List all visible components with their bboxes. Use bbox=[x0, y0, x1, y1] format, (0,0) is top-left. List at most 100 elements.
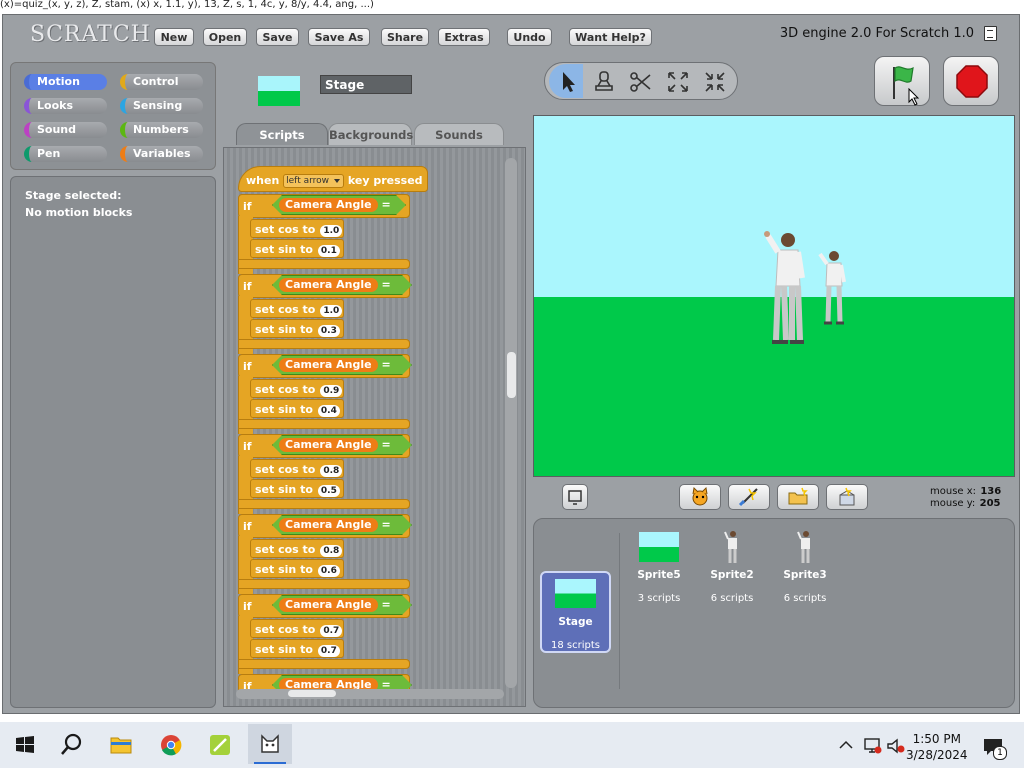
set-sin-block[interactable]: set sin to 0.1 bbox=[250, 239, 344, 258]
start-button[interactable] bbox=[6, 726, 44, 764]
speaker-muted-icon[interactable] bbox=[885, 737, 907, 758]
sin-value-field[interactable]: 0.1 bbox=[317, 245, 340, 257]
tab-backgrounds[interactable]: Backgrounds bbox=[328, 123, 413, 145]
stage-item-selected[interactable]: Stage 18 scripts bbox=[540, 571, 611, 653]
category-motion[interactable]: Motion bbox=[24, 74, 107, 90]
cos-value-field[interactable]: 1.0 bbox=[320, 305, 343, 317]
delete-tool[interactable] bbox=[623, 64, 657, 98]
cos-value-field[interactable]: 0.8 bbox=[320, 465, 343, 477]
arrow-tool[interactable] bbox=[549, 64, 583, 98]
camera-angle-variable[interactable]: Camera Angle bbox=[279, 358, 378, 372]
sin-value-field[interactable]: 0.4 bbox=[317, 405, 340, 417]
category-variables[interactable]: Variables bbox=[120, 146, 203, 162]
sin-value-field[interactable]: 0.7 bbox=[317, 645, 340, 657]
equals-condition-block[interactable]: Camera Angle=16 bbox=[272, 275, 412, 295]
scripts-vertical-scrollbar[interactable] bbox=[505, 158, 517, 688]
extras-button[interactable]: Extras bbox=[438, 28, 490, 46]
camera-angle-variable[interactable]: Camera Angle bbox=[279, 278, 378, 292]
sprite-item-sprite3[interactable]: Sprite3 6 scripts bbox=[769, 530, 841, 610]
equals-condition-block[interactable]: Camera Angle=32 bbox=[272, 435, 412, 455]
sin-value-field[interactable]: 0.3 bbox=[317, 325, 340, 337]
chrome-button[interactable] bbox=[152, 726, 190, 764]
sprite2-person-figure[interactable] bbox=[756, 228, 812, 348]
camera-angle-variable[interactable]: Camera Angle bbox=[279, 518, 378, 532]
sin-value-field[interactable]: 0.6 bbox=[317, 565, 340, 577]
equals-condition-block[interactable]: Camera Angle=24 bbox=[272, 355, 412, 375]
sin-value-field[interactable]: 0.5 bbox=[317, 485, 340, 497]
cos-value-field[interactable]: 1.0 bbox=[320, 225, 343, 237]
set-cos-block[interactable]: set cos to 0.8 bbox=[250, 539, 344, 558]
set-sin-block[interactable]: set sin to 0.3 bbox=[250, 319, 344, 338]
category-pen[interactable]: Pen bbox=[24, 146, 107, 162]
shrink-tool[interactable] bbox=[697, 64, 731, 98]
equals-condition-block[interactable]: Camera Angle=40 bbox=[272, 515, 412, 535]
tab-scripts[interactable]: Scripts bbox=[236, 123, 328, 145]
sprite-item-sprite5[interactable]: Sprite5 3 scripts bbox=[623, 530, 695, 610]
scripts-vertical-scroll-thumb[interactable] bbox=[507, 352, 516, 398]
set-cos-block[interactable]: set cos to 0.9 bbox=[250, 379, 344, 398]
scripts-horizontal-scroll-thumb[interactable] bbox=[288, 690, 336, 697]
equals-condition-block[interactable]: Camera Angle=48 bbox=[272, 595, 412, 615]
sprite3-person-figure[interactable] bbox=[814, 248, 850, 326]
category-numbers[interactable]: Numbers bbox=[120, 122, 203, 138]
save-button[interactable]: Save bbox=[256, 28, 299, 46]
set-cos-block[interactable]: set cos to 0.8 bbox=[250, 459, 344, 478]
category-sound[interactable]: Sound bbox=[24, 122, 107, 138]
sprite-item-sprite2[interactable]: Sprite2 6 scripts bbox=[696, 530, 768, 610]
cos-value-field[interactable]: 0.9 bbox=[320, 385, 343, 397]
paint-new-sprite-button[interactable] bbox=[728, 484, 770, 510]
category-control[interactable]: Control bbox=[120, 74, 203, 90]
tab-sounds[interactable]: Sounds bbox=[414, 123, 504, 145]
presentation-mode-button[interactable] bbox=[562, 484, 588, 510]
cos-value-field[interactable]: 0.7 bbox=[320, 625, 343, 637]
top-strip-text: (x)=quiz_(x, y, z), Z, stam, (x) x, 1.1,… bbox=[0, 0, 1024, 14]
if-label: if bbox=[243, 360, 252, 373]
category-looks[interactable]: Looks bbox=[24, 98, 107, 114]
camera-angle-variable[interactable]: Camera Angle bbox=[279, 598, 378, 612]
paint-new-sprite-cat-button[interactable] bbox=[679, 484, 721, 510]
key-dropdown[interactable]: left arrow bbox=[283, 174, 345, 188]
set-sin-block[interactable]: set sin to 0.5 bbox=[250, 479, 344, 498]
new-button[interactable]: New bbox=[154, 28, 194, 46]
scripts-horizontal-scrollbar[interactable] bbox=[236, 689, 504, 699]
scratch-taskbar-button[interactable] bbox=[248, 724, 292, 764]
green-flag-button[interactable] bbox=[874, 56, 930, 106]
set-sin-block[interactable]: set sin to 0.7 bbox=[250, 639, 344, 658]
file-explorer-button[interactable] bbox=[102, 726, 140, 764]
sprite-script-count: 6 scripts bbox=[783, 593, 827, 604]
taskbar-clock[interactable]: 1:50 PM 3/28/2024 bbox=[906, 731, 968, 763]
set-sin-block[interactable]: set sin to 0.4 bbox=[250, 399, 344, 418]
stage[interactable] bbox=[533, 115, 1015, 477]
cos-value-field[interactable]: 0.8 bbox=[320, 545, 343, 557]
camera-angle-variable[interactable]: Camera Angle bbox=[279, 438, 378, 452]
share-button[interactable]: Share bbox=[381, 28, 429, 46]
duplicate-tool[interactable] bbox=[586, 64, 620, 98]
surprise-sprite-button[interactable] bbox=[826, 484, 868, 510]
undo-button[interactable]: Undo bbox=[507, 28, 552, 46]
shrink-arrows-icon bbox=[705, 72, 725, 92]
save-as-button[interactable]: Save As bbox=[308, 28, 370, 46]
set-sin-block[interactable]: set sin to 0.6 bbox=[250, 559, 344, 578]
network-icon[interactable] bbox=[861, 737, 883, 758]
category-sensing[interactable]: Sensing bbox=[120, 98, 203, 114]
set-cos-block[interactable]: set cos to 0.7 bbox=[250, 619, 344, 638]
notepad-app-button[interactable] bbox=[201, 726, 239, 764]
project-notes-icon[interactable] bbox=[984, 26, 997, 41]
set-cos-block[interactable]: set cos to 1.0 bbox=[250, 219, 344, 238]
camera-angle-variable[interactable]: Camera Angle bbox=[279, 198, 378, 212]
stop-button[interactable] bbox=[943, 56, 999, 106]
equals-condition-block[interactable]: Camera Angle=8 bbox=[272, 195, 406, 215]
grow-tool[interactable] bbox=[660, 64, 694, 98]
sprite-name-field[interactable]: Stage bbox=[320, 75, 412, 94]
want-help-button[interactable]: Want Help? bbox=[569, 28, 652, 46]
search-button[interactable] bbox=[53, 726, 91, 764]
choose-sprite-from-file-button[interactable] bbox=[777, 484, 819, 510]
open-button[interactable]: Open bbox=[203, 28, 247, 46]
set-cos-label: set cos to bbox=[255, 623, 316, 636]
notification-center-button[interactable]: 1 bbox=[982, 737, 1007, 762]
if-label: if bbox=[243, 600, 252, 613]
show-hidden-icons-chevron-icon[interactable] bbox=[838, 738, 854, 755]
when-key-pressed-hat-block[interactable]: when left arrow key pressed bbox=[238, 166, 428, 192]
set-cos-block[interactable]: set cos to 1.0 bbox=[250, 299, 344, 318]
if-block-footer bbox=[238, 659, 410, 669]
